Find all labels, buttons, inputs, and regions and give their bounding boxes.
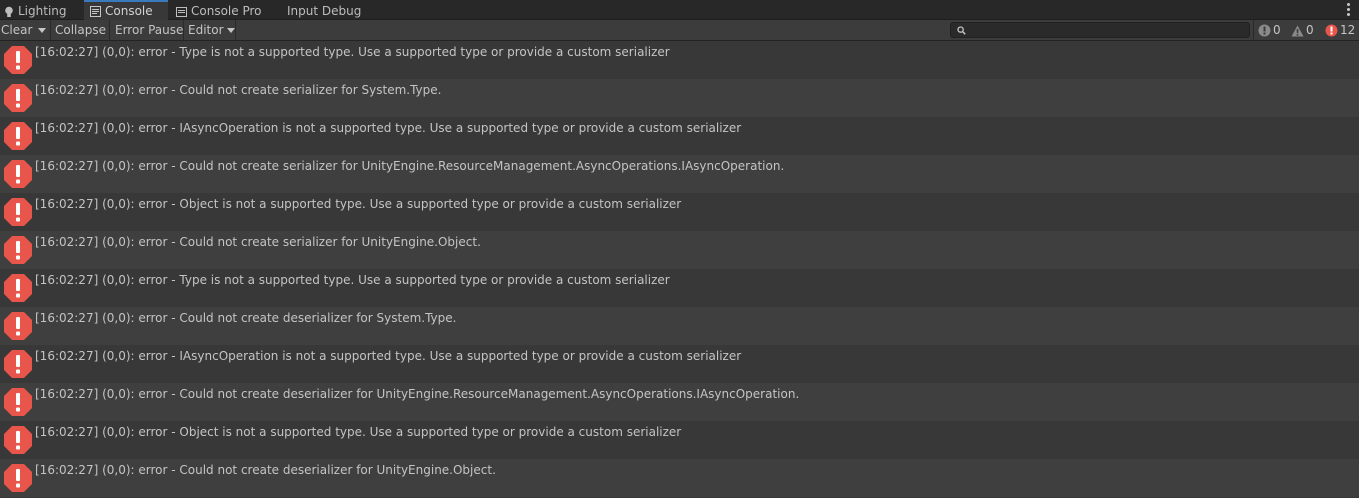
console-toolbar: Clear Collapse Error Pause Editor 0 0 12 [0, 20, 1359, 41]
console-icon [90, 6, 101, 17]
log-entry[interactable]: [16:02:27] (0,0): error - Could not crea… [0, 383, 1359, 421]
tab-lighting[interactable]: Lighting [0, 0, 84, 20]
tab-input-debug[interactable]: Input Debug [283, 0, 373, 20]
log-message: [16:02:27] (0,0): error - IAsyncOperatio… [35, 121, 742, 135]
warning-icon [1291, 25, 1304, 36]
chevron-down-icon [38, 28, 46, 33]
warning-count: 0 [1306, 23, 1314, 37]
log-message: [16:02:27] (0,0): error - Could not crea… [35, 463, 496, 477]
error-icon [4, 46, 32, 74]
log-count-toggle[interactable]: 0 [1253, 20, 1287, 40]
error-icon [4, 464, 32, 492]
log-message: [16:02:27] (0,0): error - Could not crea… [35, 387, 800, 401]
error-icon [4, 198, 32, 226]
log-entry[interactable]: [16:02:27] (0,0): error - Could not crea… [0, 231, 1359, 269]
error-icon [4, 350, 32, 378]
tab-console-pro[interactable]: Console Pro [172, 0, 277, 20]
editor-dropdown-label: Editor [188, 23, 224, 37]
tab-console[interactable]: Console [84, 0, 168, 20]
log-entry[interactable]: [16:02:27] (0,0): error - Could not crea… [0, 307, 1359, 345]
tab-console-pro-label: Console Pro [191, 4, 262, 18]
log-message: [16:02:27] (0,0): error - IAsyncOperatio… [35, 349, 742, 363]
error-icon [4, 312, 32, 340]
error-pause-label: Error Pause [115, 23, 184, 37]
lightbulb-icon [5, 6, 13, 17]
tab-lighting-label: Lighting [18, 4, 67, 18]
log-entry[interactable]: [16:02:27] (0,0): error - Type is not a … [0, 41, 1359, 79]
log-message: [16:02:27] (0,0): error - Object is not … [35, 425, 682, 439]
console-log-list[interactable]: [16:02:27] (0,0): error - Type is not a … [0, 41, 1359, 498]
collapse-toggle[interactable]: Collapse [51, 20, 110, 40]
info-icon [1258, 24, 1271, 37]
error-icon [4, 84, 32, 112]
log-entry[interactable]: [16:02:27] (0,0): error - Type is not a … [0, 269, 1359, 307]
search-icon [957, 26, 966, 35]
error-icon [4, 388, 32, 416]
error-pause-toggle[interactable]: Error Pause [110, 20, 184, 40]
log-message: [16:02:27] (0,0): error - Object is not … [35, 197, 682, 211]
error-icon [4, 274, 32, 302]
tab-input-debug-label: Input Debug [287, 4, 362, 18]
error-icon [4, 122, 32, 150]
log-entry[interactable]: [16:02:27] (0,0): error - IAsyncOperatio… [0, 117, 1359, 155]
clear-options-dropdown[interactable] [34, 20, 51, 40]
error-icon [4, 160, 32, 188]
tab-console-label: Console [105, 4, 153, 18]
log-message: [16:02:27] (0,0): error - Could not crea… [35, 159, 785, 173]
log-count: 0 [1273, 23, 1281, 37]
collapse-toggle-label: Collapse [55, 23, 106, 37]
log-entry[interactable]: [16:02:27] (0,0): error - IAsyncOperatio… [0, 345, 1359, 383]
error-icon [4, 236, 32, 264]
warning-count-toggle[interactable]: 0 [1287, 20, 1321, 40]
more-options-icon[interactable] [1347, 3, 1350, 17]
console-pro-icon [176, 6, 187, 17]
chevron-down-icon [227, 28, 236, 33]
log-entry[interactable]: [16:02:27] (0,0): error - Object is not … [0, 421, 1359, 459]
error-icon [4, 426, 32, 454]
error-count: 12 [1340, 23, 1356, 37]
log-entry[interactable]: [16:02:27] (0,0): error - Could not crea… [0, 155, 1359, 193]
clear-button-label: Clear [1, 23, 33, 37]
log-message: [16:02:27] (0,0): error - Could not crea… [35, 83, 442, 97]
log-entry[interactable]: [16:02:27] (0,0): error - Could not crea… [0, 459, 1359, 497]
log-message: [16:02:27] (0,0): error - Could not crea… [35, 235, 481, 249]
clear-button[interactable]: Clear [0, 20, 34, 40]
log-entry[interactable]: [16:02:27] (0,0): error - Object is not … [0, 193, 1359, 231]
log-message: [16:02:27] (0,0): error - Type is not a … [35, 45, 670, 59]
error-count-toggle[interactable]: 12 [1321, 20, 1359, 40]
editor-dropdown[interactable]: Editor [184, 20, 236, 40]
log-message: [16:02:27] (0,0): error - Type is not a … [35, 273, 670, 287]
search-input[interactable] [950, 22, 1250, 38]
log-entry[interactable]: [16:02:27] (0,0): error - Could not crea… [0, 79, 1359, 117]
error-icon [1325, 24, 1338, 37]
window-tab-bar: Lighting Console Console Pro Input Debug [0, 0, 1359, 20]
log-message: [16:02:27] (0,0): error - Could not crea… [35, 311, 457, 325]
